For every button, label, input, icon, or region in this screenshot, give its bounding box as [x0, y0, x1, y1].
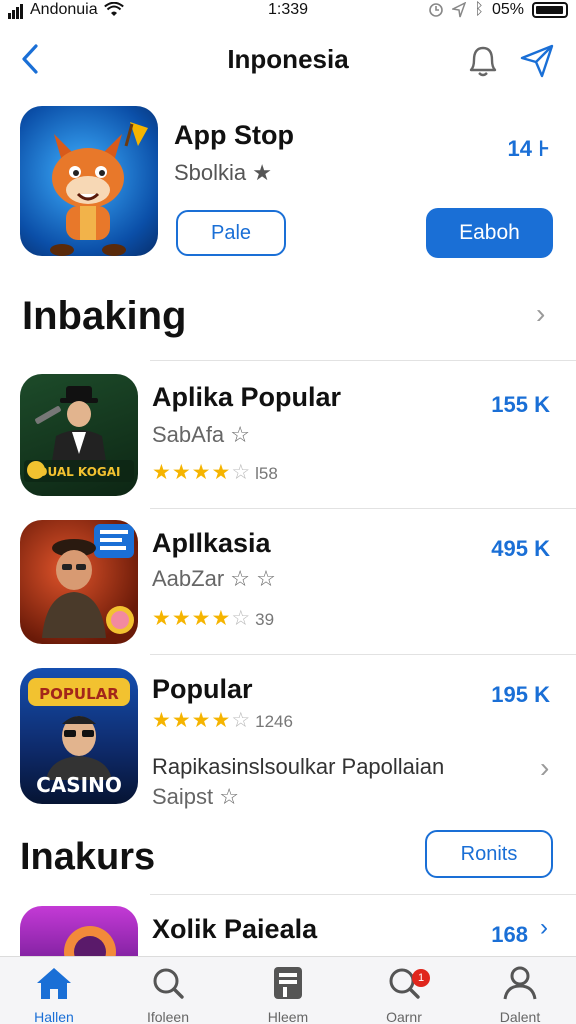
featured-secondary-button[interactable]: Pale	[176, 210, 286, 256]
rating-stars-2: ★★★★☆ 39	[152, 607, 275, 630]
featured-app-subtitle: Sbolkia ★	[174, 160, 272, 185]
tab-label-home: Hallen	[34, 1009, 74, 1024]
alarm-icon	[429, 3, 444, 17]
tab-search[interactable]: Ifoleen	[118, 965, 218, 1024]
tab-apps[interactable]: Hleem	[238, 965, 338, 1024]
row-4-chevron-icon[interactable]: ›	[540, 914, 548, 942]
svg-text:CASINO: CASINO	[36, 773, 122, 797]
tab-updates[interactable]: 1 Oarnr	[354, 965, 454, 1024]
battery-percent: 05%	[491, 1, 524, 18]
app-size-4: 168	[491, 922, 528, 947]
app-title-3[interactable]: Popular	[152, 674, 253, 705]
app-title-1[interactable]: Aplika Popular	[152, 382, 341, 413]
detective-game-icon: DUAL KOGAI	[24, 386, 134, 482]
svg-text:DUAL KOGAI: DUAL KOGAI	[37, 465, 120, 479]
divider	[150, 654, 576, 655]
svg-text:POPULAR: POPULAR	[39, 685, 119, 703]
tab-label-account: Dalent	[499, 1009, 541, 1024]
section-1-chevron-icon[interactable]: ›	[536, 298, 545, 330]
section-2-button[interactable]: Ronits	[425, 830, 553, 878]
app-icon-2[interactable]	[20, 520, 138, 644]
character-game-icon	[42, 524, 134, 638]
casino-game-icon: POPULAR CASINO	[28, 678, 130, 797]
divider	[150, 894, 576, 895]
app-title-2[interactable]: ApIlkasia	[152, 528, 271, 559]
tab-bar: Hallen Ifoleen Hleem 1 Oarnr Dalent	[0, 956, 576, 1024]
divider	[150, 508, 576, 509]
app-size-3: 195 K	[491, 682, 550, 707]
tab-home[interactable]: Hallen	[4, 965, 104, 1024]
row-3-chevron-icon[interactable]: ›	[540, 752, 549, 784]
app-icon-3[interactable]: POPULAR CASINO	[20, 668, 138, 804]
app-size-1: 155 K	[491, 392, 550, 417]
tab-account[interactable]: Dalent	[470, 965, 570, 1024]
rating-count-1: l58	[255, 464, 278, 483]
app-subtitle-2: AabZar ☆ ☆	[152, 566, 276, 591]
section-title-1: Inbaking	[22, 294, 187, 338]
status-right: ᛒ 05%	[428, 1, 568, 19]
featured-app-icon[interactable]	[20, 106, 158, 256]
tab-label-search: Ifoleen	[146, 1009, 190, 1024]
apps-icon	[274, 967, 302, 999]
location-icon	[452, 2, 467, 18]
featured-app-name: App Stop	[174, 120, 294, 150]
rating-stars-3: ★★★★☆ 1246	[152, 709, 293, 732]
app-icon-1[interactable]: DUAL KOGAI	[20, 374, 138, 496]
notification-badge: 1	[412, 969, 430, 987]
rating-stars-1: ★★★★☆ l58	[152, 461, 278, 484]
section-title-2: Inakurs	[20, 836, 156, 878]
bluetooth-icon: ᛒ	[474, 1, 484, 18]
app-description-3: Rapikasinslsoulkar Papollaian	[152, 754, 445, 779]
tab-label-updates: Oarnr	[386, 1009, 422, 1024]
share-icon[interactable]	[516, 40, 558, 80]
bell-icon[interactable]	[462, 40, 504, 80]
tab-label-apps: Hleem	[267, 1009, 309, 1024]
app-title-4[interactable]: Xolik Paieala	[152, 914, 317, 945]
home-icon	[37, 968, 71, 999]
featured-get-button[interactable]: Eaboh	[426, 208, 553, 258]
status-bar: Andonuia 1:339 ᛒ 05%	[0, 0, 576, 22]
app-subtitle-3: Saipst ☆	[152, 784, 239, 809]
rating-count-3: 1246	[255, 712, 293, 731]
nav-bar: Inponesia	[0, 36, 576, 82]
account-icon	[503, 966, 537, 1000]
fox-mascot-icon	[50, 122, 148, 256]
featured-app-size: 14 ⊦	[507, 136, 550, 161]
divider	[150, 360, 576, 361]
rating-count-2: 39	[255, 610, 275, 629]
battery-icon	[532, 2, 568, 18]
app-size-2: 495 K	[491, 536, 550, 561]
app-subtitle-1: SabAfa ☆	[152, 422, 251, 447]
search-icon	[153, 968, 184, 999]
